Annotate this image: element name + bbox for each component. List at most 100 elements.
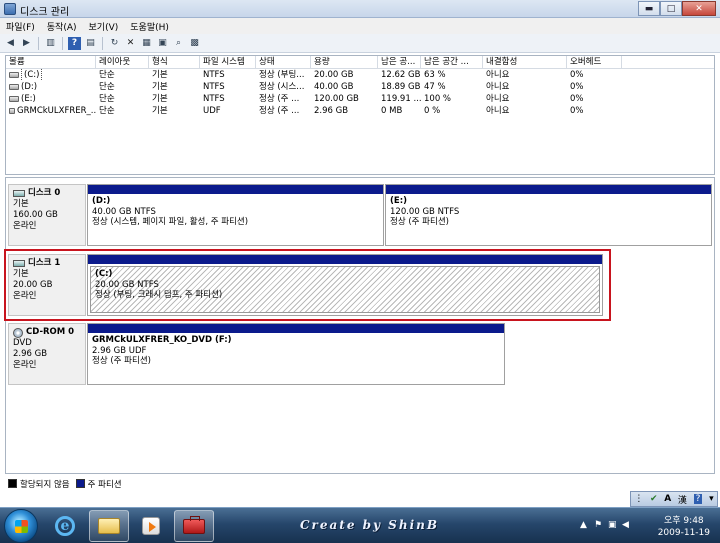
taskbar-ie[interactable]: e bbox=[45, 510, 85, 542]
disk-row-cdrom: CD-ROM 0 DVD 2.96 GB 온라인 GRMCkULXFRER_KO… bbox=[8, 323, 713, 385]
open-icon[interactable]: ▣ bbox=[156, 37, 169, 50]
disk-status: 온라인 bbox=[13, 291, 37, 301]
settings-icon[interactable]: ▩ bbox=[188, 37, 201, 50]
menu-action[interactable]: 동작(A) bbox=[47, 20, 77, 33]
internet-explorer-icon: e bbox=[55, 516, 75, 536]
disk-size: 160.00 GB bbox=[13, 210, 58, 220]
table-row[interactable]: (D:) 단순 기본 NTFS 정상 (시스... 40.00 GB 18.89… bbox=[6, 81, 714, 93]
forward-icon[interactable]: ▶ bbox=[20, 37, 33, 50]
delete-icon[interactable]: ✕ bbox=[124, 37, 137, 50]
hanja-button[interactable]: 漢 bbox=[678, 493, 687, 506]
media-player-icon bbox=[142, 517, 160, 535]
cd-rom-icon bbox=[13, 327, 23, 338]
layout-cell: 단순 bbox=[99, 94, 115, 104]
ime-mode-toggle[interactable]: A bbox=[664, 494, 671, 504]
close-button[interactable]: ✕ bbox=[682, 1, 716, 16]
disk-info-0[interactable]: 디스크 0 기본 160.00 GB 온라인 bbox=[8, 184, 86, 246]
partition-selected-area: (C:) 20.00 GB NTFS 정상 (부팅, 크래시 덤프, 주 파티션… bbox=[90, 266, 600, 313]
column-header-filesystem[interactable]: 파일 시스템 bbox=[200, 56, 256, 68]
free-space-cell: 119.91 ... bbox=[381, 94, 421, 104]
percent-free-cell: 47 % bbox=[424, 82, 446, 92]
free-space-cell: 18.89 GB bbox=[381, 82, 421, 92]
clock[interactable]: 오후 9:48 2009-11-19 bbox=[658, 515, 710, 539]
volume-name: (C:) bbox=[21, 69, 43, 81]
ime-grip-icon[interactable]: ⋮ bbox=[634, 494, 643, 504]
partition-info: 120.00 GB NTFS bbox=[390, 206, 460, 217]
primary-partition-bar bbox=[88, 185, 383, 194]
status-cell: 정상 (주 ... bbox=[259, 94, 300, 104]
column-header-layout[interactable]: 레이아웃 bbox=[96, 56, 149, 68]
refresh-icon[interactable]: ↻ bbox=[108, 37, 121, 50]
column-header-status[interactable]: 상태 bbox=[256, 56, 311, 68]
capacity-cell: 2.96 GB bbox=[314, 106, 349, 116]
volume-icon[interactable]: ◀ bbox=[622, 520, 632, 530]
column-header-capacity[interactable]: 용량 bbox=[311, 56, 378, 68]
taskbar-explorer[interactable] bbox=[89, 510, 129, 542]
network-icon[interactable]: ▣ bbox=[608, 520, 618, 530]
filesystem-cell: NTFS bbox=[203, 70, 225, 80]
back-icon[interactable]: ◀ bbox=[4, 37, 17, 50]
filesystem-cell: NTFS bbox=[203, 82, 225, 92]
column-header-type[interactable]: 형식 bbox=[149, 56, 200, 68]
window-controls: ▬ □ ✕ bbox=[638, 1, 716, 16]
menu-help[interactable]: 도움말(H) bbox=[130, 20, 169, 33]
volume-name: (D:) bbox=[21, 82, 38, 92]
language-bar: ⋮ ✔ A 漢 ? ▾ bbox=[630, 491, 718, 507]
ime-check-icon[interactable]: ✔ bbox=[650, 494, 658, 504]
drive-icon bbox=[9, 72, 19, 78]
table-row[interactable]: (C:) 단순 기본 NTFS 정상 (부팅... 20.00 GB 12.62… bbox=[6, 69, 714, 81]
menu-file[interactable]: 파일(F) bbox=[6, 20, 35, 33]
free-space-cell: 12.62 GB bbox=[381, 70, 421, 80]
ime-help-icon[interactable]: ? bbox=[693, 494, 703, 504]
table-row[interactable]: (E:) 단순 기본 NTFS 정상 (주 ... 120.00 GB 119.… bbox=[6, 93, 714, 105]
disk-info-cdrom[interactable]: CD-ROM 0 DVD 2.96 GB 온라인 bbox=[8, 323, 86, 385]
help-icon[interactable]: ? bbox=[68, 36, 81, 50]
column-header-fault-tolerance[interactable]: 내결함성 bbox=[483, 56, 567, 68]
start-button[interactable] bbox=[4, 509, 38, 543]
properties-icon[interactable]: ▦ bbox=[140, 37, 153, 50]
partition-c[interactable]: (C:) 20.00 GB NTFS 정상 (부팅, 크래시 덤프, 주 파티션… bbox=[87, 254, 603, 316]
show-hidden-icons-icon[interactable]: ▲ bbox=[580, 520, 590, 530]
status-cell: 정상 (부팅... bbox=[259, 70, 305, 80]
column-header-overhead[interactable]: 오버헤드 bbox=[567, 56, 622, 68]
fault-tolerance-cell: 아니요 bbox=[486, 106, 510, 116]
drive-icon bbox=[9, 96, 19, 102]
capacity-cell: 40.00 GB bbox=[314, 82, 354, 92]
disk-management-icon bbox=[4, 3, 16, 15]
disk-type: DVD bbox=[13, 338, 32, 348]
volume-cell: (D:) bbox=[6, 81, 96, 93]
column-header-percent-free[interactable]: 남은 공간 ... bbox=[421, 56, 483, 68]
capacity-cell: 120.00 GB bbox=[314, 94, 359, 104]
windows-logo-icon bbox=[15, 520, 28, 533]
table-row[interactable]: GRMCkULXFRER_... 단순 기본 UDF 정상 (주 ... 2.9… bbox=[6, 105, 714, 117]
maximize-button[interactable]: □ bbox=[660, 1, 682, 16]
partition-status: 정상 (부팅, 크래시 덤프, 주 파티션) bbox=[95, 290, 223, 300]
volume-cell: GRMCkULXFRER_... bbox=[6, 105, 96, 117]
menu-view[interactable]: 보기(V) bbox=[89, 20, 119, 33]
legend-item-unallocated: 할당되지 않음 bbox=[8, 478, 70, 490]
clock-date: 2009-11-19 bbox=[657, 528, 710, 538]
search-icon[interactable]: ⌕ bbox=[172, 37, 185, 50]
disk-info-1[interactable]: 디스크 1 기본 20.00 GB 온라인 bbox=[8, 254, 86, 316]
partition-name: GRMCkULXFRER_KO_DVD (F:) bbox=[92, 335, 232, 345]
column-header-free-space[interactable]: 남은 공... bbox=[378, 56, 421, 68]
hard-disk-icon bbox=[13, 190, 25, 197]
column-header-volume[interactable]: 볼륨 bbox=[6, 56, 96, 68]
taskbar-media-player[interactable] bbox=[131, 510, 171, 542]
volume-cell: (C:) bbox=[6, 69, 96, 81]
overhead-cell: 0% bbox=[570, 94, 584, 104]
partition-f[interactable]: GRMCkULXFRER_KO_DVD (F:) 2.96 GB UDF 정상 … bbox=[87, 323, 505, 385]
taskbar-computer-management[interactable] bbox=[174, 510, 214, 542]
status-cell: 정상 (시스... bbox=[259, 82, 305, 92]
partition-e[interactable]: (E:) 120.00 GB NTFS 정상 (주 파티션) bbox=[385, 184, 712, 246]
hard-disk-icon bbox=[13, 260, 25, 267]
action-center-flag-icon[interactable]: ⚑ bbox=[594, 520, 604, 530]
show-hide-action-pane-icon[interactable]: ▤ bbox=[84, 37, 97, 50]
primary-partition-bar bbox=[88, 324, 504, 333]
ime-options-icon[interactable]: ▾ bbox=[709, 494, 714, 504]
show-hide-console-tree-icon[interactable]: ▥ bbox=[44, 37, 57, 50]
capacity-cell: 20.00 GB bbox=[314, 70, 354, 80]
partition-d[interactable]: (D:) 40.00 GB NTFS 정상 (시스템, 페이지 파일, 활성, … bbox=[87, 184, 384, 246]
minimize-button[interactable]: ▬ bbox=[638, 1, 660, 16]
legend-swatch bbox=[75, 479, 85, 488]
